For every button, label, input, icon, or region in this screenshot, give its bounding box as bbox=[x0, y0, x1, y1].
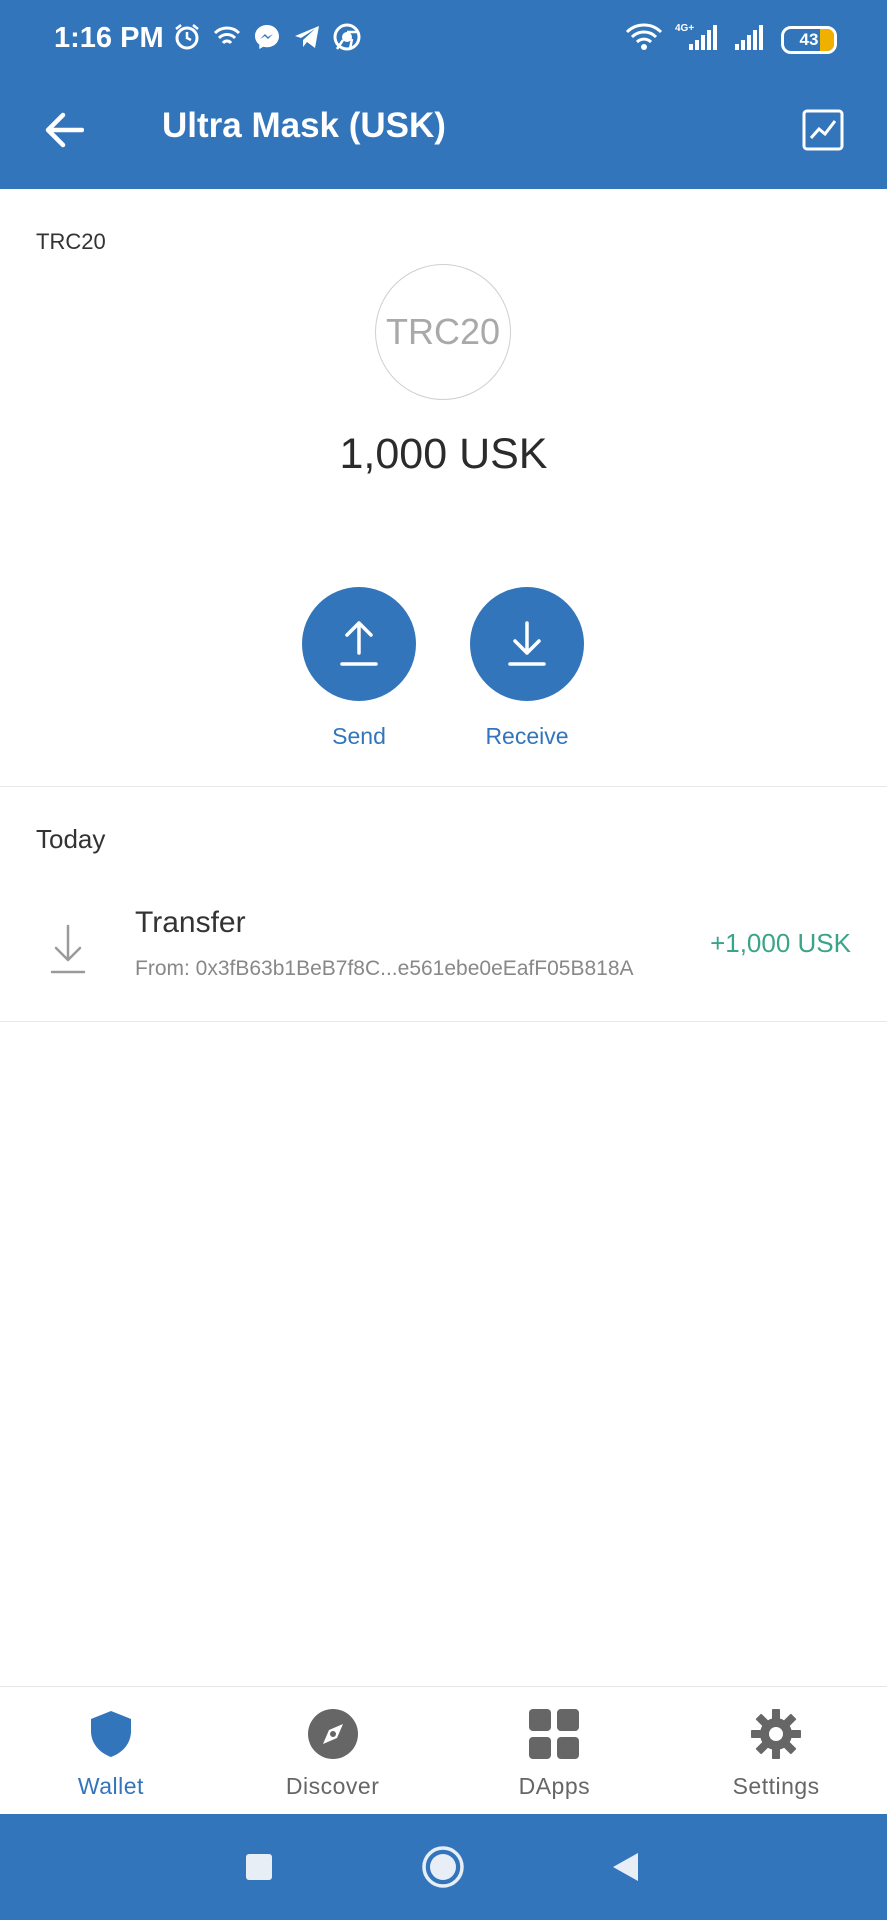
system-nav-bar bbox=[0, 1814, 887, 1920]
signal-icon bbox=[733, 22, 769, 57]
telegram-icon bbox=[292, 22, 322, 52]
tab-settings-label: Settings bbox=[732, 1773, 820, 1799]
triangle-back-icon bbox=[613, 1853, 638, 1881]
tab-wallet[interactable]: Wallet bbox=[0, 1687, 222, 1814]
tab-wallet-label: Wallet bbox=[77, 1773, 144, 1799]
send-action: Send bbox=[302, 587, 416, 750]
send-button[interactable] bbox=[302, 587, 416, 701]
battery-icon: 43 bbox=[781, 25, 837, 54]
section-divider bbox=[0, 786, 887, 787]
tab-dapps-label: DApps bbox=[518, 1773, 591, 1799]
system-icons: 4G+ 43 bbox=[625, 22, 837, 57]
alarm-icon bbox=[172, 22, 202, 52]
transaction-divider bbox=[0, 1021, 887, 1022]
status-time: 1:16 PM bbox=[54, 22, 164, 54]
upload-arrow-icon bbox=[340, 621, 378, 666]
svg-text:4G+: 4G+ bbox=[675, 23, 694, 34]
gear-icon bbox=[749, 1707, 803, 1761]
square-icon bbox=[246, 1854, 272, 1880]
receive-action: Receive bbox=[470, 587, 584, 750]
messenger-icon bbox=[252, 22, 282, 52]
transaction-type: Transfer bbox=[135, 906, 246, 939]
back-nav-button[interactable] bbox=[602, 1844, 648, 1890]
token-balance: 1,000 USK bbox=[339, 430, 548, 478]
line-chart-icon bbox=[802, 109, 844, 151]
arrow-left-icon bbox=[45, 112, 84, 148]
price-chart-button[interactable] bbox=[795, 102, 851, 158]
notification-icons bbox=[172, 22, 362, 52]
receive-button[interactable] bbox=[470, 587, 584, 701]
signal-4g-icon: 4G+ bbox=[675, 22, 721, 57]
battery-fill bbox=[820, 28, 834, 51]
circle-icon bbox=[422, 1846, 464, 1888]
app-header: 1:16 PM 4G+ 43 Ultra Mask (USK) bbox=[0, 0, 887, 189]
transaction-row[interactable]: Transfer From: 0x3fB63b1BeB7f8C...e561eb… bbox=[0, 880, 887, 1020]
status-bar: 1:16 PM 4G+ 43 bbox=[0, 0, 887, 78]
token-logo-text: TRC20 bbox=[385, 311, 501, 352]
transaction-from-address: From: 0x3fB63b1BeB7f8C...e561ebe0eEafF05… bbox=[135, 957, 634, 980]
grid-icon bbox=[527, 1707, 581, 1761]
back-button[interactable] bbox=[36, 102, 92, 158]
page-title: Ultra Mask (USK) bbox=[162, 106, 446, 145]
arrow-down-icon bbox=[50, 924, 86, 974]
download-arrow-icon bbox=[508, 621, 546, 666]
wifi-icon bbox=[625, 22, 663, 57]
battery-level: 43 bbox=[799, 29, 819, 49]
app-bar: Ultra Mask (USK) bbox=[0, 80, 887, 189]
transaction-amount: +1,000 USK bbox=[710, 928, 851, 958]
network-label: TRC20 bbox=[36, 229, 106, 254]
shield-icon bbox=[84, 1707, 138, 1761]
tab-dapps[interactable]: DApps bbox=[444, 1687, 666, 1814]
recents-button[interactable] bbox=[236, 1844, 282, 1890]
wifi-calling-icon bbox=[212, 22, 242, 52]
chrome-icon bbox=[332, 22, 362, 52]
send-label[interactable]: Send bbox=[302, 723, 416, 750]
home-button[interactable] bbox=[420, 1844, 466, 1890]
tab-discover-label: Discover bbox=[285, 1773, 380, 1799]
transactions-date-header: Today bbox=[36, 824, 106, 854]
bottom-tab-bar: Wallet Discover DApps Settings bbox=[0, 1686, 887, 1814]
receive-label[interactable]: Receive bbox=[470, 723, 584, 750]
tab-settings[interactable]: Settings bbox=[665, 1687, 887, 1814]
compass-icon bbox=[306, 1707, 360, 1761]
token-logo: TRC20 bbox=[375, 264, 511, 400]
tab-discover[interactable]: Discover bbox=[222, 1687, 444, 1814]
